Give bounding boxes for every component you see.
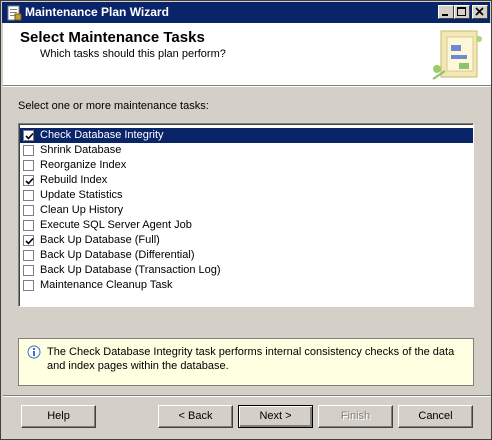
title-bar[interactable]: Maintenance Plan Wizard: [2, 2, 490, 23]
task-checkbox[interactable]: [23, 175, 34, 186]
task-row[interactable]: Maintenance Cleanup Task: [20, 278, 473, 293]
task-label: Update Statistics: [40, 189, 123, 201]
task-list-instruction: Select one or more maintenance tasks:: [18, 100, 209, 112]
task-checkbox[interactable]: [23, 250, 34, 261]
task-label: Check Database Integrity: [39, 128, 165, 143]
checkmark-icon: [25, 132, 34, 140]
task-row[interactable]: Reorganize Index: [20, 158, 473, 173]
header-divider: [3, 86, 491, 87]
task-checkbox[interactable]: [23, 190, 34, 201]
help-button[interactable]: Help: [21, 405, 96, 428]
task-label: Clean Up History: [40, 204, 124, 216]
task-description-panel: The Check Database Integrity task perfor…: [18, 338, 474, 386]
task-label: Shrink Database: [40, 144, 122, 156]
checkmark-icon: [25, 237, 34, 245]
task-label: Back Up Database (Transaction Log): [40, 264, 221, 276]
wizard-banner-graphic: [429, 25, 487, 83]
info-icon: [27, 345, 41, 359]
wizard-header: Select Maintenance Tasks Which tasks sho…: [3, 23, 491, 86]
task-label: Back Up Database (Full): [40, 234, 160, 246]
task-label: Maintenance Cleanup Task: [40, 279, 173, 291]
task-checkbox[interactable]: [23, 145, 34, 156]
task-description-text: The Check Database Integrity task perfor…: [47, 346, 455, 372]
page-subtitle: Which tasks should this plan perform?: [40, 48, 226, 60]
task-checkbox[interactable]: [23, 235, 34, 246]
next-button[interactable]: Next >: [238, 405, 313, 428]
task-row[interactable]: Check Database Integrity: [20, 128, 473, 143]
minimize-button[interactable]: [438, 5, 454, 19]
task-checkbox[interactable]: [23, 130, 34, 141]
task-row[interactable]: Back Up Database (Full): [20, 233, 473, 248]
task-row[interactable]: Back Up Database (Transaction Log): [20, 263, 473, 278]
maximize-button[interactable]: [454, 5, 470, 19]
task-list[interactable]: Check Database Integrity Shrink Database R…: [18, 123, 474, 307]
task-checkbox[interactable]: [23, 220, 34, 231]
task-list-items: Check Database Integrity Shrink Database R…: [19, 124, 473, 306]
task-checkbox[interactable]: [23, 160, 34, 171]
task-row[interactable]: Update Statistics: [20, 188, 473, 203]
footer-divider-highlight: [3, 396, 491, 397]
back-button[interactable]: < Back: [158, 405, 233, 428]
wizard-app-icon: [6, 5, 22, 21]
task-row[interactable]: Execute SQL Server Agent Job: [20, 218, 473, 233]
task-row[interactable]: Clean Up History: [20, 203, 473, 218]
cancel-button[interactable]: Cancel: [398, 405, 473, 428]
task-label: Execute SQL Server Agent Job: [40, 219, 192, 231]
close-button[interactable]: [472, 5, 488, 19]
task-row[interactable]: Back Up Database (Differential): [20, 248, 473, 263]
task-label: Back Up Database (Differential): [40, 249, 195, 261]
finish-button[interactable]: Finish: [318, 405, 393, 428]
window-title: Maintenance Plan Wizard: [25, 5, 169, 19]
task-checkbox[interactable]: [23, 205, 34, 216]
checkmark-icon: [25, 177, 34, 185]
task-row[interactable]: Shrink Database: [20, 143, 473, 158]
task-label: Rebuild Index: [40, 174, 108, 186]
task-label: Reorganize Index: [40, 159, 127, 171]
task-row[interactable]: Rebuild Index: [20, 173, 473, 188]
page-title: Select Maintenance Tasks: [20, 29, 205, 46]
wizard-window: Maintenance Plan Wizard Select Maintenan…: [0, 0, 492, 440]
task-checkbox[interactable]: [23, 265, 34, 276]
task-checkbox[interactable]: [23, 280, 34, 291]
